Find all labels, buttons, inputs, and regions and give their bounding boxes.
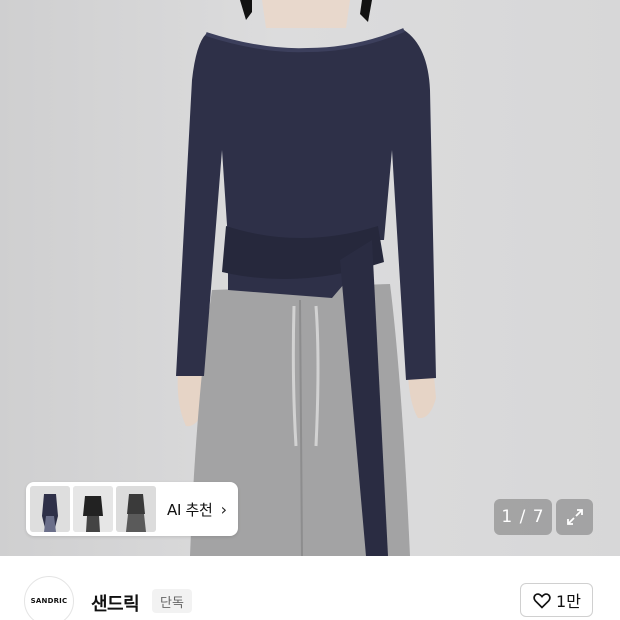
chevron-right-icon: › — [220, 499, 227, 519]
like-count: 1만 — [556, 592, 581, 611]
image-counter: 1 / 7 — [494, 499, 552, 535]
brand-name[interactable]: 샌드릭 — [91, 590, 140, 616]
product-image-gallery[interactable]: AI 추천 › 1 / 7 — [0, 0, 620, 556]
product-photo — [176, 0, 436, 556]
like-button[interactable]: 1만 — [520, 583, 593, 617]
ai-recommend-button[interactable]: AI 추천 › — [26, 482, 238, 536]
outfit-thumbnail-3[interactable] — [116, 486, 156, 532]
expand-icon[interactable] — [556, 499, 593, 535]
brand-logo[interactable]: SANDRIC — [24, 576, 74, 620]
brand-bar: SANDRIC 샌드릭 단독 1만 — [0, 556, 620, 620]
ai-recommend-label: AI 추천 — [167, 500, 213, 519]
outfit-thumbnail-1[interactable] — [30, 486, 70, 532]
exclusive-badge: 단독 — [152, 589, 192, 613]
heart-icon — [533, 593, 551, 609]
outfit-thumbnail-2[interactable] — [73, 486, 113, 532]
